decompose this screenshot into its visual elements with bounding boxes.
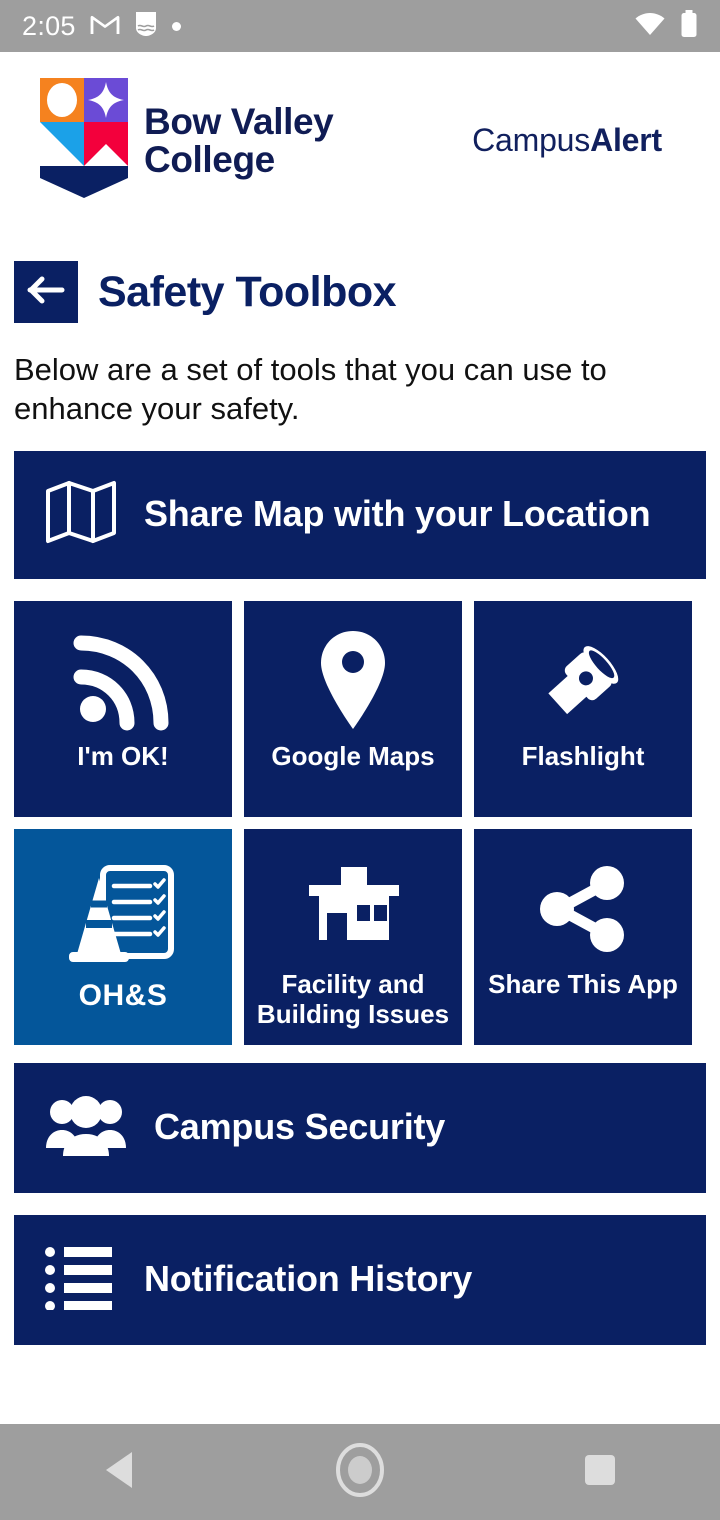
tile-google-maps[interactable]: Google Maps <box>244 600 462 817</box>
brand-alert: Alert <box>590 122 662 158</box>
campus-security-label: Campus Security <box>154 1106 446 1148</box>
college-crest-icon <box>40 78 128 203</box>
arrow-left-icon <box>27 275 65 310</box>
building-icon <box>301 855 405 963</box>
tile-label: I'm OK! <box>77 740 169 771</box>
back-button[interactable] <box>14 261 78 323</box>
gmail-icon <box>90 12 120 41</box>
tools-grid: I'm OK! Google Maps Flashlight OH&S Faci… <box>14 600 706 1045</box>
tile-ohs[interactable]: OH&S <box>14 828 232 1045</box>
status-right-group <box>634 9 698 43</box>
list-bullets-icon <box>44 1244 118 1315</box>
square-recents-icon <box>583 1453 617 1492</box>
tile-im-ok[interactable]: I'm OK! <box>14 600 232 817</box>
circle-home-icon <box>332 1442 388 1503</box>
tile-label: Google Maps <box>271 740 435 771</box>
share-map-label: Share Map with your Location <box>144 493 651 535</box>
share-nodes-icon <box>533 855 633 963</box>
triangle-back-icon <box>102 1450 138 1495</box>
app-screen: 2:05 Bow Valley College CampusAlert Safe… <box>0 0 720 1520</box>
status-bar: 2:05 <box>0 0 720 52</box>
status-time: 2:05 <box>22 10 76 41</box>
cone-checklist-icon <box>59 860 187 977</box>
dot-icon <box>171 21 181 31</box>
tile-flashlight[interactable]: Flashlight <box>474 600 692 817</box>
tile-label: Facility and Building Issues <box>256 968 450 1030</box>
nav-home-button[interactable] <box>300 1424 420 1520</box>
page-title: Safety Toolbox <box>98 267 397 316</box>
wifi-icon <box>634 12 666 41</box>
notification-history-label: Notification History <box>144 1258 473 1300</box>
brand-campus: Campus <box>472 122 591 158</box>
tile-label: OH&S <box>78 979 168 1012</box>
rss-signal-icon <box>71 627 175 735</box>
intro-text: Below are a set of tools that you can us… <box>14 352 607 426</box>
page-title-row: Safety Toolbox <box>0 213 720 323</box>
tile-label: Flashlight <box>521 740 645 771</box>
bow-valley-college-logo: Bow Valley College <box>40 78 334 203</box>
tile-label: Share This App <box>488 968 678 999</box>
tile-share-this-app[interactable]: Share This App <box>474 828 692 1045</box>
notification-history-button[interactable]: Notification History <box>14 1214 706 1345</box>
people-group-icon <box>44 1092 128 1163</box>
map-icon <box>44 477 118 552</box>
app-header: Bow Valley College CampusAlert <box>0 52 720 213</box>
share-map-button[interactable]: Share Map with your Location <box>14 450 706 579</box>
tile-facility-building-issues[interactable]: Facility and Building Issues <box>244 828 462 1045</box>
college-logo-text: Bow Valley College <box>144 100 334 180</box>
toolbox-content: Share Map with your Location I'm OK! Goo… <box>0 429 720 1425</box>
nav-back-button[interactable] <box>60 1424 180 1520</box>
shield-app-icon <box>134 10 158 43</box>
nav-recents-button[interactable] <box>540 1424 660 1520</box>
campus-alert-brand: CampusAlert <box>472 122 680 159</box>
campus-security-button[interactable]: Campus Security <box>14 1062 706 1193</box>
battery-icon <box>680 9 698 43</box>
android-nav-bar <box>0 1424 720 1520</box>
status-left-group: 2:05 <box>22 10 181 43</box>
map-pin-icon <box>313 627 393 735</box>
flashlight-icon <box>531 627 635 735</box>
